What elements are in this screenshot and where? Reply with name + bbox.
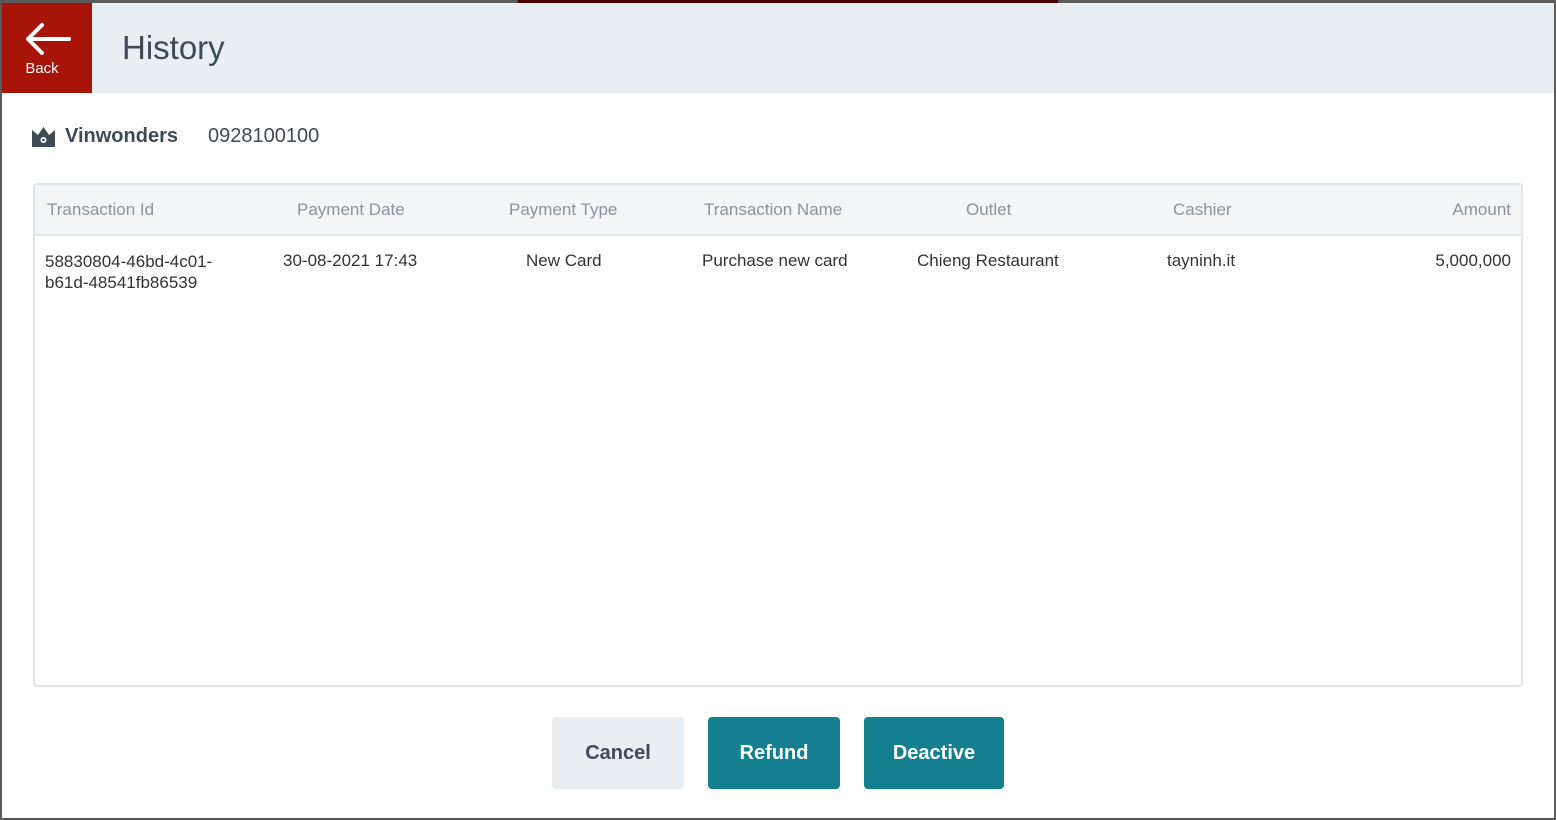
table-row[interactable]: 58830804-46bd-4c01- b61d-48541fb86539 30… (35, 236, 1521, 306)
back-label: Back (25, 59, 59, 77)
cell-transaction-id: 58830804-46bd-4c01- b61d-48541fb86539 (45, 251, 212, 293)
transactions-table: Transaction Id Payment Date Payment Type… (33, 183, 1523, 687)
cell-payment-date: 30-08-2021 17:43 (283, 251, 418, 270)
col-cashier: Cashier (1173, 199, 1232, 219)
page-title: History (122, 29, 225, 66)
deactive-button[interactable]: Deactive (864, 717, 1004, 789)
col-payment-date: Payment Date (297, 199, 405, 219)
cell-payment-type: New Card (526, 251, 602, 270)
col-amount: Amount (1452, 199, 1511, 219)
cell-cashier: tayninh.it (1167, 251, 1236, 270)
cancel-button[interactable]: Cancel (552, 717, 684, 789)
account-name: Vinwonders (65, 125, 178, 147)
action-buttons: Cancel Refund Deactive (552, 717, 1004, 789)
account-phone: 0928100100 (208, 125, 320, 147)
crown-icon (32, 126, 55, 147)
cell-transaction-name: Purchase new card (702, 251, 848, 270)
header: Back History (2, 3, 1554, 93)
transaction-id-line1: 58830804-46bd-4c01- (45, 252, 213, 271)
cell-amount: 5,000,000 (1435, 251, 1511, 270)
cell-outlet: Chieng Restaurant (917, 251, 1059, 270)
refund-button[interactable]: Refund (708, 717, 840, 789)
arrow-left-icon (26, 22, 71, 55)
col-payment-type: Payment Type (509, 199, 618, 219)
col-transaction-id: Transaction Id (47, 199, 155, 219)
col-transaction-name: Transaction Name (704, 199, 843, 219)
col-outlet: Outlet (966, 199, 1012, 219)
account-info: Vinwonders 0928100100 (32, 125, 319, 148)
back-button[interactable]: Back (2, 3, 92, 93)
history-dialog: Back History Vinwonders 0928100100 Trans… (2, 3, 1554, 818)
table-header: Transaction Id Payment Date Payment Type… (35, 185, 1521, 236)
transaction-id-line2: b61d-48541fb86539 (45, 273, 198, 292)
